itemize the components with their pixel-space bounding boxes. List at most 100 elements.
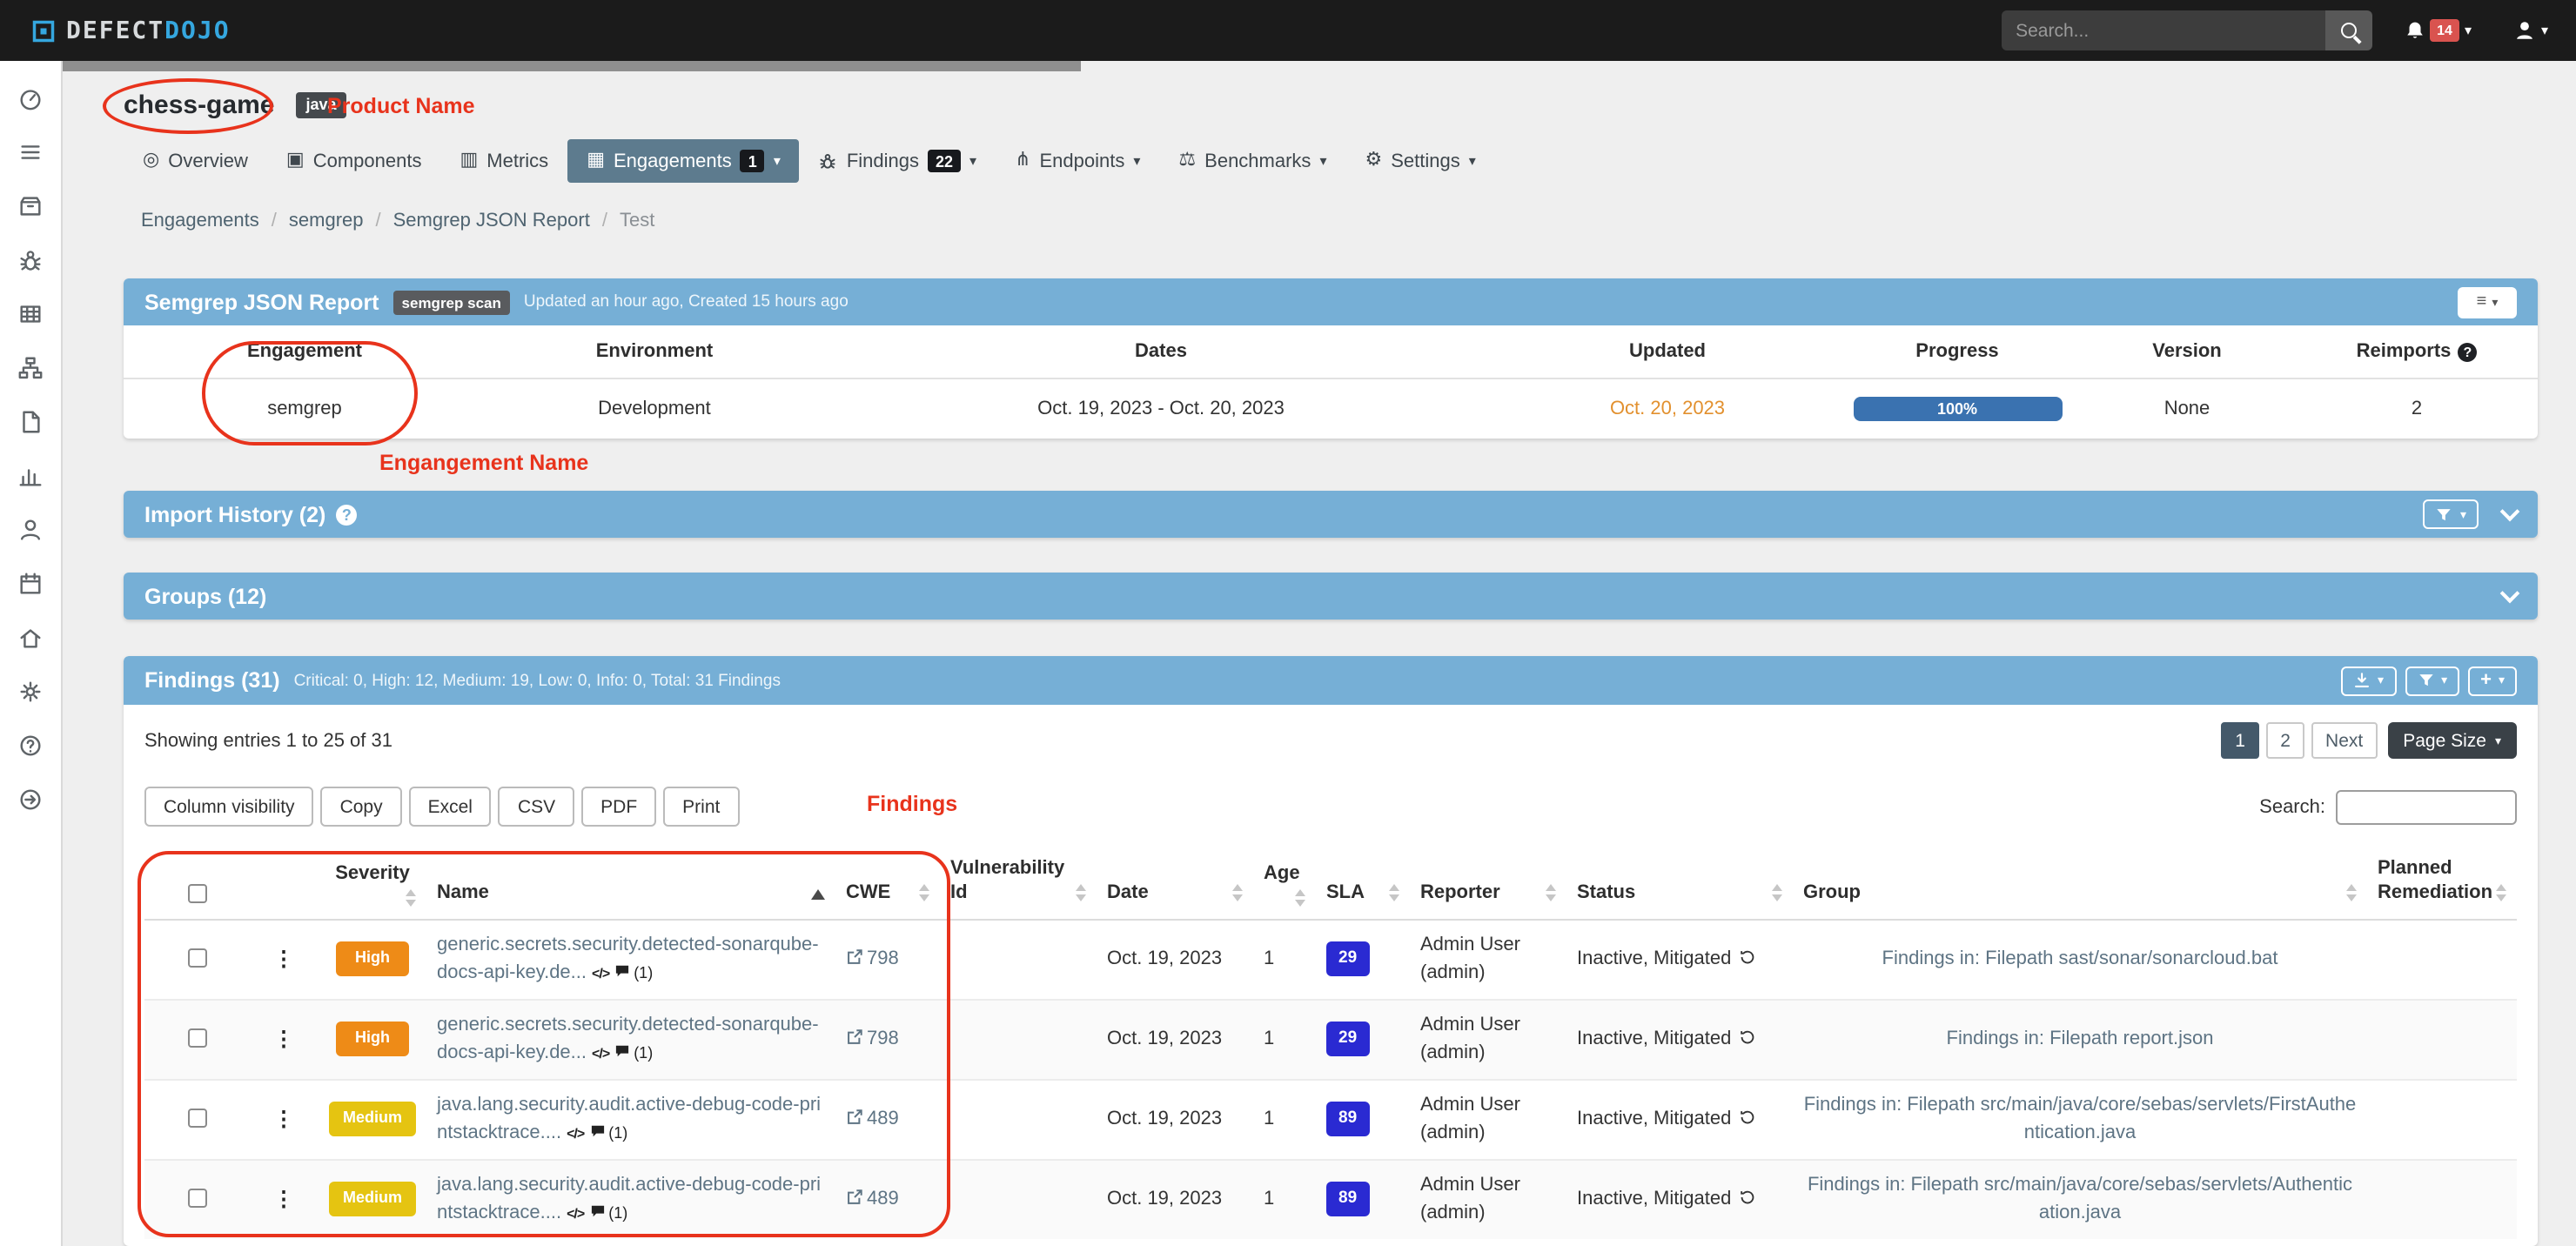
sidebar-item-users[interactable] (0, 503, 62, 557)
col-cwe[interactable]: CWE (835, 849, 940, 919)
progress-cell: 100% (1836, 378, 2078, 439)
copy-button[interactable]: Copy (321, 787, 402, 827)
sidebar-item-help[interactable] (0, 719, 62, 773)
sidebar-item-matrix[interactable] (0, 287, 62, 341)
import-filter-button[interactable]: ▾ (2424, 499, 2479, 529)
sidebar-item-reports[interactable] (0, 395, 62, 449)
cwe-link[interactable]: 489 (867, 1109, 899, 1129)
collapse-chevron-icon[interactable] (2500, 501, 2520, 521)
search-button[interactable] (2325, 10, 2372, 50)
findings-search-input[interactable] (2336, 789, 2517, 824)
history-icon[interactable] (1738, 1109, 1755, 1126)
tab-benchmarks[interactable]: ⚖Benchmarks▾ (1159, 139, 1345, 183)
gauge-icon (17, 85, 44, 111)
chevron-down-icon: ▾ (2465, 23, 2472, 38)
tab-overview[interactable]: ◎Overview (124, 139, 267, 183)
external-link-icon (846, 1028, 863, 1046)
pdf-button[interactable]: PDF (581, 787, 656, 827)
sidebar-item-dashboard[interactable] (0, 71, 62, 125)
row-checkbox[interactable] (187, 1029, 206, 1048)
tab-findings[interactable]: Findings22▾ (800, 139, 996, 183)
history-icon[interactable] (1738, 948, 1755, 966)
col-date[interactable]: Date (1097, 849, 1253, 919)
breadcrumb-engagements[interactable]: Engagements (141, 211, 259, 231)
row-actions-kebab[interactable]: ⋮ (259, 1183, 308, 1215)
column-visibility-button[interactable]: Column visibility (144, 787, 314, 827)
select-all-checkbox[interactable] (187, 884, 206, 903)
page-1-button[interactable]: 1 (2221, 722, 2259, 759)
report-menu-button[interactable]: ≡▾ (2458, 286, 2517, 318)
vulnerability-id-cell (940, 1159, 1097, 1238)
help-icon[interactable]: ? (336, 504, 357, 525)
bug-icon (17, 247, 44, 273)
row-checkbox[interactable] (187, 949, 206, 968)
top-strip (63, 61, 1081, 71)
row-actions-kebab[interactable]: ⋮ (259, 1023, 308, 1055)
tab-endpoints[interactable]: ⋔Endpoints▾ (996, 139, 1159, 183)
cwe-link[interactable]: 798 (867, 1028, 899, 1049)
defectdojo-logo[interactable]: DEFECTDOJO (31, 17, 231, 44)
collapse-chevron-icon[interactable] (2500, 583, 2520, 603)
sidebar-item-metrics[interactable] (0, 449, 62, 503)
bell-icon (2404, 19, 2426, 42)
col-reporter[interactable]: Reporter (1410, 849, 1566, 919)
col-age[interactable]: Age (1253, 849, 1316, 919)
sidebar-item-hierarchy[interactable] (0, 341, 62, 395)
group-link[interactable]: Findings in: Filepath src/main/java/core… (1808, 1174, 2352, 1223)
excel-button[interactable]: Excel (409, 787, 492, 827)
row-checkbox[interactable] (187, 1189, 206, 1209)
updated-link[interactable]: Oct. 20, 2023 (1610, 399, 1725, 419)
table-row: ⋮ High generic.secrets.security.detected… (144, 999, 2517, 1079)
cwe-link[interactable]: 798 (867, 948, 899, 969)
findings-panel: Findings (31) Critical: 0, High: 12, Med… (124, 656, 2538, 1246)
group-link[interactable]: Findings in: Filepath report.json (1947, 1028, 2214, 1049)
findings-filter-button[interactable]: ▾ (2405, 666, 2459, 695)
col-group[interactable]: Group (1793, 849, 2367, 919)
col-planned-remediation[interactable]: Planned Remediation (2367, 849, 2517, 919)
breadcrumb-semgrep[interactable]: semgrep (289, 211, 364, 231)
finding-name-link[interactable]: java.lang.security.audit.active-debug-co… (437, 1094, 821, 1143)
vulnerability-id-cell (940, 999, 1097, 1079)
logo-text-primary: DEFECT (66, 17, 164, 44)
notifications-menu[interactable]: 14 ▾ (2404, 19, 2472, 42)
print-button[interactable]: Print (663, 787, 739, 827)
home-icon (17, 625, 44, 651)
finding-name-link[interactable]: java.lang.security.audit.active-debug-co… (437, 1174, 821, 1223)
sidebar-item-findings[interactable] (0, 233, 62, 287)
sidebar-item-calendar[interactable] (0, 557, 62, 611)
add-finding-button[interactable]: + ▾ (2468, 666, 2517, 695)
sidebar-item-logout[interactable] (0, 773, 62, 827)
page-2-button[interactable]: 2 (2266, 722, 2304, 759)
row-checkbox[interactable] (187, 1109, 206, 1129)
search-input[interactable] (2002, 10, 2325, 50)
user-menu[interactable]: ▾ (2513, 19, 2548, 42)
group-link[interactable]: Findings in: Filepath src/main/java/core… (1804, 1094, 2357, 1143)
col-status[interactable]: Status (1566, 849, 1793, 919)
history-icon[interactable] (1738, 1028, 1755, 1046)
col-vulnerability-id[interactable]: Vulnerability Id (940, 849, 1097, 919)
help-icon[interactable]: ? (2458, 343, 2477, 362)
next-page-button[interactable]: Next (2311, 722, 2377, 759)
tab-metrics[interactable]: ▥Metrics (440, 139, 567, 183)
col-name[interactable]: Name (426, 849, 835, 919)
sidebar-item-products[interactable] (0, 179, 62, 233)
history-icon[interactable] (1738, 1189, 1755, 1206)
tab-settings[interactable]: ⚙Settings▾ (1345, 139, 1494, 183)
sidebar-item-settings[interactable] (0, 665, 62, 719)
download-button[interactable]: ▾ (2341, 666, 2396, 695)
group-link[interactable]: Findings in: Filepath sast/sonar/sonarcl… (1882, 948, 2278, 969)
engagement-name-cell[interactable]: semgrep (124, 378, 486, 439)
tab-components[interactable]: ▣Components (267, 139, 441, 183)
csv-button[interactable]: CSV (499, 787, 574, 827)
page-size-button[interactable]: Page Size▾ (2387, 722, 2517, 759)
row-actions-kebab[interactable]: ⋮ (259, 1103, 308, 1135)
col-severity[interactable]: Severity (319, 849, 426, 919)
tab-engagements[interactable]: ▦Engagements1▾ (567, 139, 800, 183)
breadcrumb-report[interactable]: Semgrep JSON Report (393, 211, 590, 231)
chevron-down-icon: ▾ (2378, 673, 2384, 687)
row-actions-kebab[interactable]: ⋮ (259, 943, 308, 975)
sidebar-item-list[interactable] (0, 125, 62, 179)
col-sla[interactable]: SLA (1316, 849, 1410, 919)
cwe-link[interactable]: 489 (867, 1189, 899, 1209)
sidebar-item-home[interactable] (0, 611, 62, 665)
